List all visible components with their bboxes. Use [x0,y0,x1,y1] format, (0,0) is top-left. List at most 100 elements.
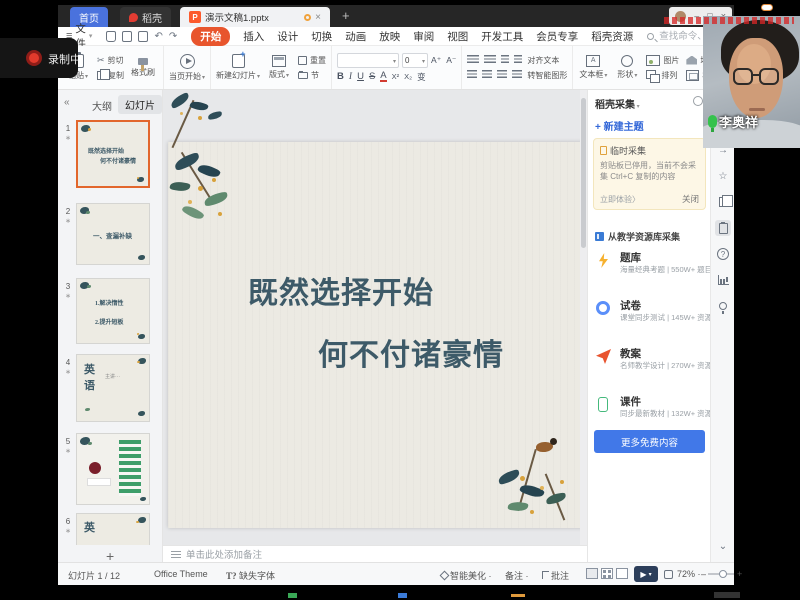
fill-icon [686,56,697,65]
tab-review[interactable]: 审阅 [413,29,434,44]
zoom-level[interactable]: 72% · [677,569,701,579]
tab-view[interactable]: 视图 [447,29,468,44]
zoom-out-button[interactable]: – [701,569,706,579]
notes-toggle-button[interactable]: 备注 · [505,569,529,582]
italic-button[interactable]: I [349,72,352,82]
resource-item-shijuan[interactable]: 试卷 课堂同步测试 | 145W+ 资源 [594,298,706,334]
favorites-star-icon[interactable]: ☆ [715,168,731,184]
slide-thumbnail-2[interactable]: 一、查漏补缺 [76,203,150,265]
underline-button[interactable]: U [357,71,364,82]
align-left-icon[interactable] [467,70,477,80]
align-center-icon[interactable] [482,70,492,80]
to-smartart-button[interactable]: 转智能图形 [527,70,567,81]
print-icon[interactable] [138,31,148,42]
smart-beautify-button[interactable]: 智能美化 · [441,569,492,582]
bullet-list-icon[interactable] [467,55,479,65]
missing-font-warning[interactable]: T? 缺失字体 [226,569,275,582]
reading-view-button[interactable] [616,568,628,579]
tab-docer[interactable]: 稻壳 [120,7,171,27]
tab-docer-resources[interactable]: 稻壳资源 [591,29,633,44]
new-slide-button[interactable]: 新建幻灯片 [216,54,260,81]
font-color-button[interactable]: A [380,71,386,82]
strikethrough-button[interactable]: S [369,71,375,82]
play-from-current-button[interactable]: 当页开始 [169,54,205,82]
tab-transitions[interactable]: 切换 [311,29,332,44]
chevron-more-icon[interactable]: ⌄ [715,538,731,554]
format-painter-button[interactable]: 格式刷 [128,58,158,78]
slide-thumbnail-5[interactable] [76,433,150,505]
redo-icon[interactable]: ↷ [169,31,177,42]
tab-design[interactable]: 设计 [277,29,298,44]
layout-button[interactable]: 版式 [264,55,294,80]
notice-close-button[interactable]: 关闭 [682,193,699,205]
textbox-button[interactable]: 文本框 [578,55,608,80]
tab-slideshow[interactable]: 放映 [379,29,400,44]
superscript-button[interactable]: X² [392,72,400,81]
slide-thumbnail-3[interactable]: 1.解决惰性 2.提升短板 [76,278,150,344]
more-free-content-button[interactable]: 更多免费内容 [594,430,705,453]
editor-canvas[interactable]: 既然选择开始 何不付诸豪情 [163,90,587,545]
section-button[interactable]: 节 [298,70,326,81]
scrollbar-thumb[interactable] [581,98,586,248]
panel-settings-icon[interactable] [693,96,703,106]
new-theme-button[interactable]: + 新建主题 [595,118,644,133]
font-family-combo[interactable] [337,53,399,68]
resource-item-tiku[interactable]: 题库 海量经典考题 | 550W+ 题目 [594,250,706,286]
slide-canvas[interactable]: 既然选择开始 何不付诸豪情 [168,142,584,528]
sorter-view-button[interactable] [601,568,613,579]
fit-window-icon[interactable] [664,570,673,579]
slide-thumbnail-4[interactable]: 英 语 主讲··· [76,354,150,422]
save-icon[interactable] [106,31,116,42]
canvas-scrollbar[interactable] [580,90,587,545]
resource-item-jiaoan[interactable]: 教案 名师教学设计 | 270W+ 资源 [594,346,706,382]
tab-home-ribbon[interactable]: 开始 [191,27,230,46]
indent-icon[interactable] [514,55,522,65]
theme-name[interactable]: Office Theme [154,569,208,579]
font-size-combo[interactable]: 0 [402,53,428,68]
copy-button[interactable]: 复制 [97,70,124,81]
clipboard-panel-icon[interactable] [715,220,731,236]
try-now-link[interactable]: 立即体验〉 [600,194,640,205]
cut-button[interactable]: ✂剪切 [97,55,124,66]
slideshow-play-button[interactable]: ▶▾ [634,566,658,582]
reset-button[interactable]: 重置 [298,55,326,66]
align-right-icon[interactable] [497,70,507,80]
notes-bar[interactable]: 单击此处添加备注 [163,545,587,562]
tab-document-active[interactable]: P 演示文稿1.pptx × [180,7,330,27]
zoom-slider-knob[interactable] [719,570,727,578]
comments-button[interactable]: 批注 [542,569,569,582]
docer-panel-header[interactable]: 稻壳采集 [595,96,640,111]
slide-title-line2[interactable]: 何不付诸豪情 [318,330,504,374]
normal-view-button[interactable] [586,568,598,579]
tab-membership[interactable]: 会员专享 [536,29,578,44]
tab-devtools[interactable]: 开发工具 [481,29,523,44]
slide-thumbnail-1[interactable]: 既然选择开始 何不付诸豪情 [76,120,150,188]
tab-insert[interactable]: 插入 [243,29,264,44]
picture-button[interactable]: 图片 [646,55,682,66]
shapes-button[interactable]: 形状 [612,55,642,80]
bold-button[interactable]: B [337,71,344,82]
resource-item-kejian[interactable]: 课件 同步最新教材 | 132W+ 资源 [594,394,706,430]
numbered-list-icon[interactable] [484,55,496,65]
chart-icon[interactable] [715,272,731,288]
subscript-button[interactable]: X₂ [404,72,412,81]
export-icon[interactable] [122,31,132,42]
grow-font-button[interactable]: A⁺ [431,55,441,66]
slide-thumbnail-6[interactable]: 英 [76,513,150,545]
shrink-font-button[interactable]: A⁻ [446,55,456,66]
tab-animations[interactable]: 动画 [345,29,366,44]
help-icon[interactable]: ? [715,246,731,262]
align-text-button[interactable]: 对齐文本 [527,55,562,66]
tab-close-icon[interactable]: × [315,12,321,23]
change-case-button[interactable]: 变 [417,71,426,83]
lightbulb-icon[interactable] [715,298,731,314]
undo-icon[interactable]: ↶ [154,31,162,42]
outdent-icon[interactable] [501,55,509,65]
pages-icon[interactable] [715,194,731,210]
justify-icon[interactable] [512,70,522,80]
zoom-slider[interactable] [708,573,734,575]
arrange-button[interactable]: 排列 [646,70,682,81]
zoom-in-button[interactable]: + [737,569,742,579]
new-tab-button[interactable]: + [342,8,350,23]
slide-title-line1[interactable]: 既然选择开始 [248,268,434,312]
